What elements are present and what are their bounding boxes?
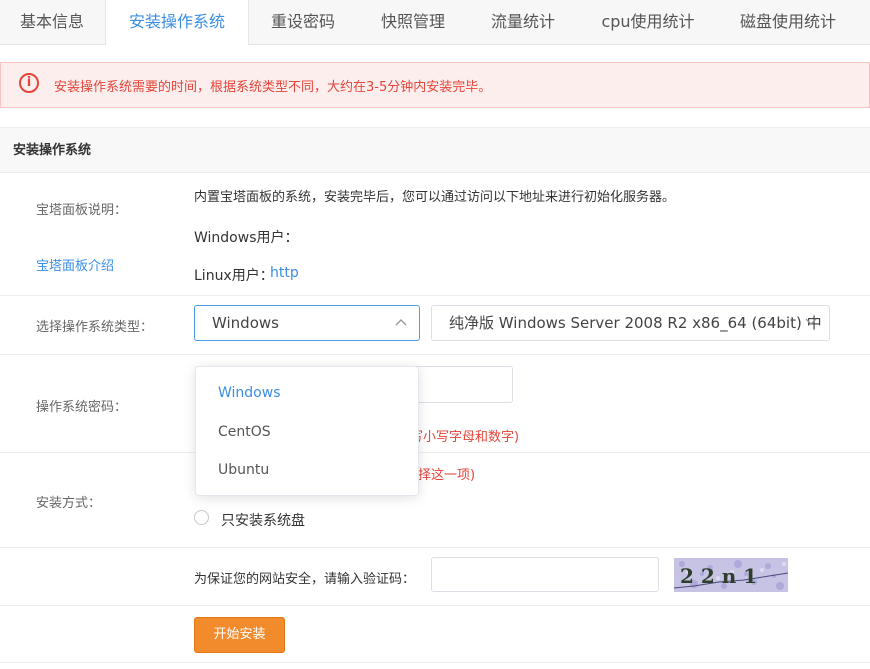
info-icon: i [19,73,39,93]
os-option-ubuntu[interactable]: Ubuntu [218,462,269,478]
captcha-image[interactable]: 2 2 n 1 [674,558,788,592]
divider [0,354,870,355]
system-disk-only-label[interactable]: 只安装系统盘 [221,510,305,530]
captcha-input[interactable] [431,557,659,592]
divider [0,605,870,606]
alert-text: 安装操作系统需要的时间，根据系统类型不同，大约在3-5分钟内安装完毕。 [54,80,492,95]
tab-disk-usage[interactable]: 磁盘使用统计 [718,0,858,44]
tab-bar: 基本信息 安装操作系统 重设密码 快照管理 流量统计 cpu使用统计 磁盘使用统… [0,0,870,45]
section-title: 安装操作系统 [0,127,870,173]
captcha-code-text: 2 2 n 1 [680,564,757,588]
tab-snapshot[interactable]: 快照管理 [358,0,468,44]
os-version-value: 纯净版 Windows Server 2008 R2 x86_64 (64bit… [449,314,822,332]
divider [0,452,870,453]
password-input[interactable] [405,366,513,403]
os-select-label: 选择操作系统类型： [36,320,154,335]
chevron-up-icon [395,319,407,326]
linux-user-label: Linux用户： [194,268,274,284]
password-label: 操作系统密码： [36,400,128,415]
os-type-select[interactable]: Windows [194,305,420,341]
os-option-centos[interactable]: CentOS [218,424,271,440]
tab-reset-password[interactable]: 重设密码 [248,0,358,44]
panel-description: 内置宝塔面板的系统，安装完毕后，您可以通过访问以下地址来进行初始化服务器。 [194,190,676,205]
os-type-value: Windows [212,314,279,332]
install-mode-hint: 择这一项) [418,468,476,483]
info-alert: i 安装操作系统需要的时间，根据系统类型不同，大约在3-5分钟内安装完毕。 [0,62,870,108]
os-type-dropdown: Windows CentOS Ubuntu [195,366,419,496]
tab-install-os[interactable]: 安装操作系统 [105,0,249,45]
tab-cpu-usage[interactable]: cpu使用统计 [578,0,718,44]
tab-basic-info[interactable]: 基本信息 [0,0,104,44]
password-hint: 写小写字母和数字) [410,430,520,445]
install-mode-label: 安装方式： [36,496,102,511]
divider [0,547,870,548]
os-version-select[interactable]: 纯净版 Windows Server 2008 R2 x86_64 (64bit… [431,305,830,341]
system-disk-only-radio[interactable] [194,510,209,525]
start-install-button[interactable]: 开始安装 [194,617,285,653]
divider [0,662,870,663]
divider [0,295,870,296]
panel-label: 宝塔面板说明： [36,203,128,218]
captcha-graphic: 2 2 n 1 [674,558,788,592]
windows-user-label: Windows用户： [194,230,299,246]
chevron-down-icon [805,318,817,325]
os-option-windows[interactable]: Windows [218,385,281,401]
panel-intro-link[interactable]: 宝塔面板介绍 [36,255,114,274]
tab-traffic[interactable]: 流量统计 [468,0,578,44]
linux-url-link[interactable]: http [270,265,299,281]
captcha-prompt: 为保证您的网站安全，请输入验证码： [194,572,416,587]
